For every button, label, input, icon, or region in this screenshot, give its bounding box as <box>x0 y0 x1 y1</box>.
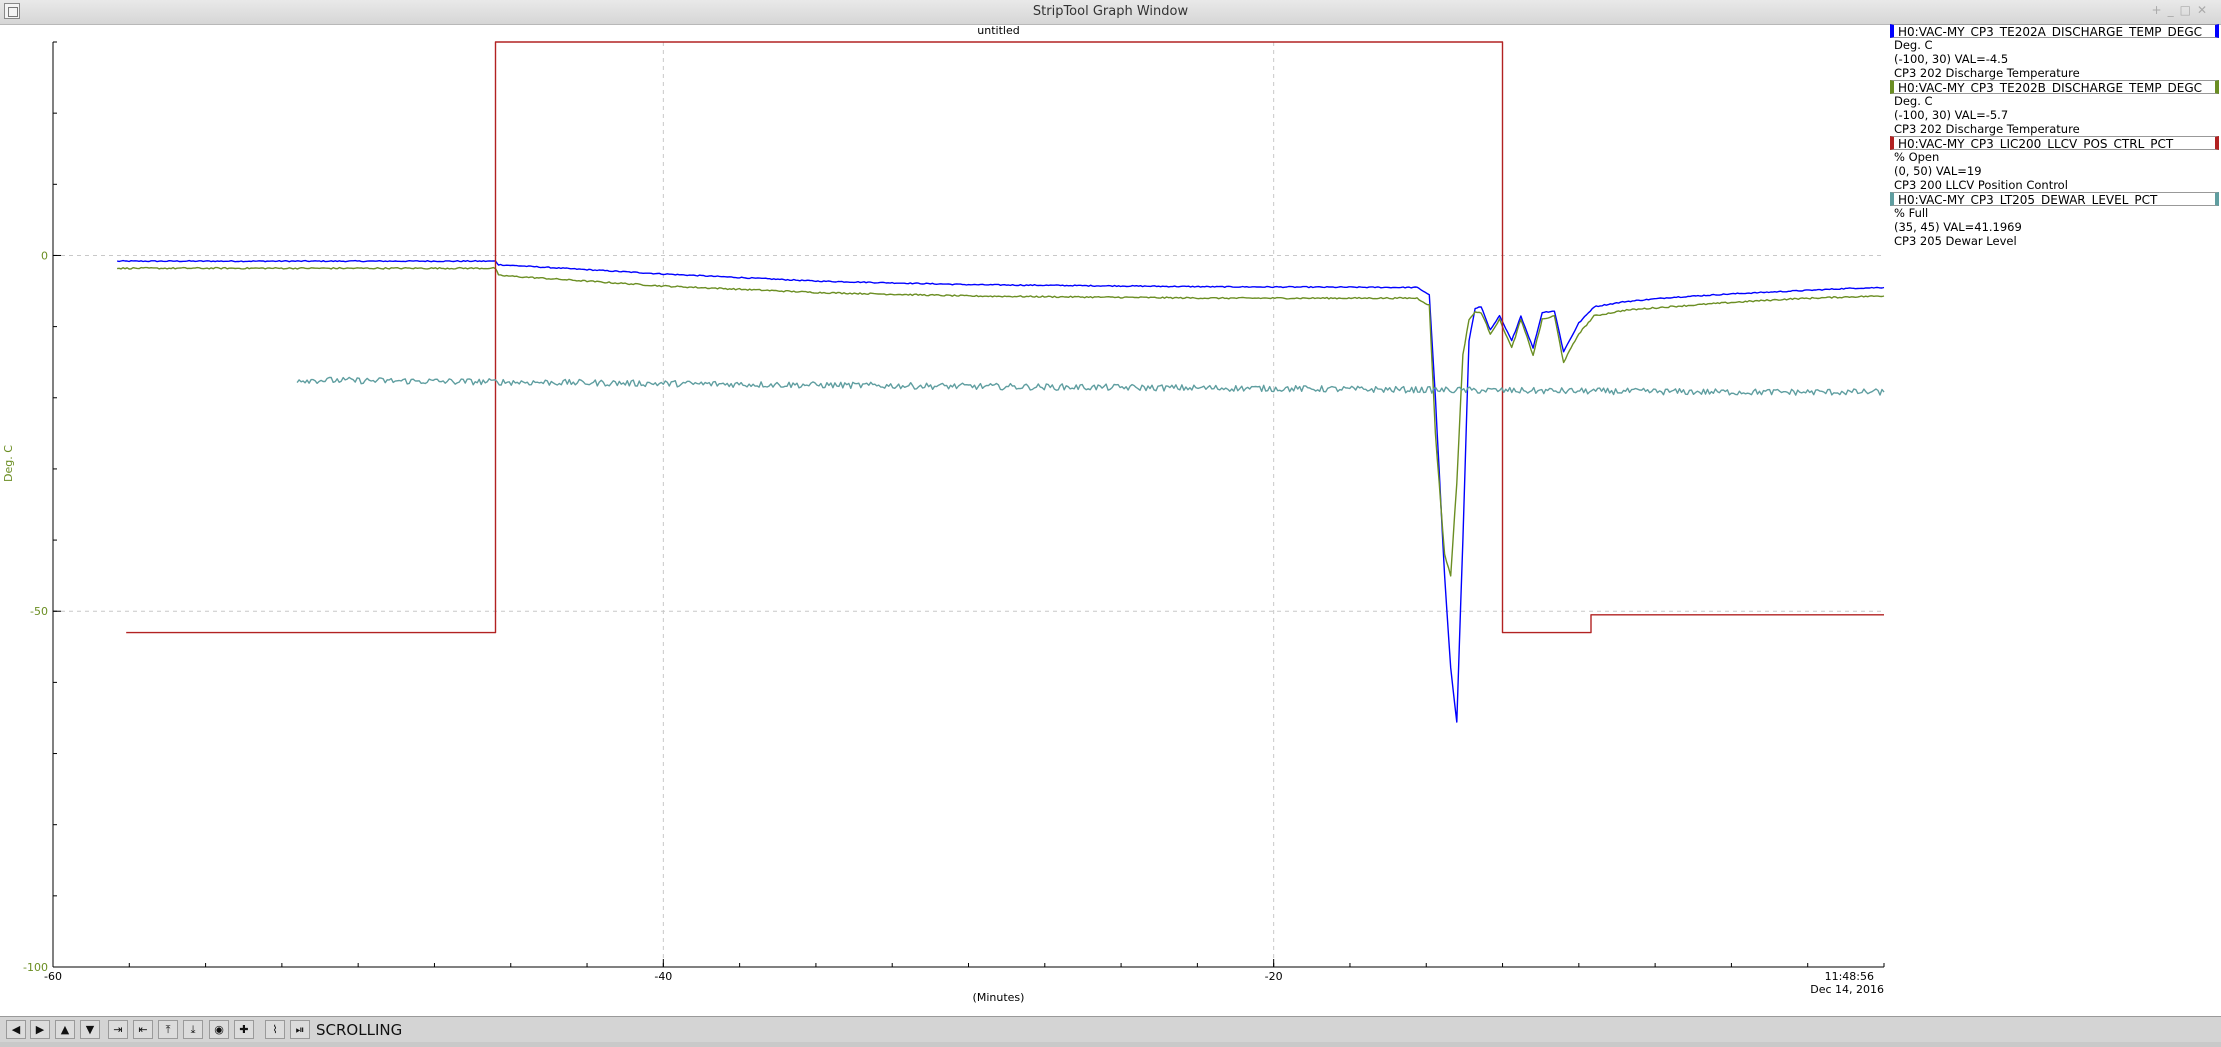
y-axis-label: Deg. C <box>2 445 15 482</box>
x-tick-label: -20 <box>1265 970 1283 983</box>
arrow-up-icon[interactable]: ▲ <box>55 1020 75 1039</box>
zoom-in-x-icon[interactable]: ⇥ <box>108 1020 128 1039</box>
y-tick-label: 0 <box>41 249 48 262</box>
legend-units: % Full <box>1894 206 1929 220</box>
timestamp-date: Dec 14, 2016 <box>1810 983 1884 996</box>
x-axis-label: (Minutes) <box>973 991 1025 1004</box>
plot-area[interactable]: untitled-60 -40 -200-50-100(Minutes)11:48:… <box>0 24 1890 1016</box>
window-title: StripTool Graph Window <box>1032 4 1189 19</box>
graph-title: untitled <box>977 24 1019 37</box>
pause-icon[interactable]: ⏯ <box>290 1020 310 1039</box>
status-text: SCROLLING <box>316 1021 403 1039</box>
legend-units: Deg. C <box>1894 94 1933 108</box>
y-tick-label: -50 <box>30 605 48 618</box>
legend-panel: H0:VAC-MY_CP3_TE202A_DISCHARGE_TEMP_DEGC… <box>1890 24 2221 248</box>
zoom-out-y-icon[interactable]: ⤓ <box>183 1020 203 1039</box>
window-minimize-icon[interactable]: _ <box>2168 3 2180 17</box>
legend-description: CP3 200 LLCV Position Control <box>1894 178 2068 192</box>
legend-signal-name[interactable]: H0:VAC-MY_CP3_TE202A_DISCHARGE_TEMP_DEGC <box>1890 24 2219 38</box>
legend-description: CP3 202 Discharge Temperature <box>1894 66 2080 80</box>
reset-icon[interactable]: ✚ <box>234 1020 254 1039</box>
window-controls: +_□✕ <box>2152 3 2213 17</box>
graph-icon[interactable]: ⌇ <box>265 1020 285 1039</box>
x-tick-label: -40 <box>654 970 672 983</box>
arrow-left-icon[interactable]: ◀ <box>6 1020 26 1039</box>
arrow-right-icon[interactable]: ▶ <box>30 1020 50 1039</box>
series-line <box>126 41 1884 634</box>
window-maximize-icon[interactable]: □ <box>2180 3 2197 17</box>
legend-entry[interactable]: H0:VAC-MY_CP3_TE202B_DISCHARGE_TEMP_DEGC… <box>1890 80 2221 136</box>
legend-description: CP3 202 Discharge Temperature <box>1894 122 2080 136</box>
zoom-out-x-icon[interactable]: ⇤ <box>133 1020 153 1039</box>
legend-entry[interactable]: H0:VAC-MY_CP3_LT205_DEWAR_LEVEL_PCT% Ful… <box>1890 192 2221 248</box>
window-close-icon[interactable]: ✕ <box>2197 3 2213 17</box>
legend-entry[interactable]: H0:VAC-MY_CP3_TE202A_DISCHARGE_TEMP_DEGC… <box>1890 24 2221 80</box>
legend-entry[interactable]: H0:VAC-MY_CP3_LIC200_LLCV_POS_CTRL_PCT% … <box>1890 136 2221 192</box>
legend-range-val: (-100, 30) VAL=-5.7 <box>1894 108 2009 122</box>
auto-scale-icon[interactable]: ◉ <box>209 1020 229 1039</box>
legend-range-val: (0, 50) VAL=19 <box>1894 164 1982 178</box>
series-line <box>116 266 1885 577</box>
legend-units: % Open <box>1894 150 1940 164</box>
timestamp-time: 11:48:56 <box>1825 970 1874 983</box>
legend-range-val: (35, 45) VAL=41.1969 <box>1894 220 2022 234</box>
window-bottom-edge <box>0 1042 2221 1047</box>
legend-description: CP3 205 Dewar Level <box>1894 234 2017 248</box>
arrow-down-icon[interactable]: ▼ <box>80 1020 100 1039</box>
toolbar: ◀ ▶ ▲ ▼ ⇥ ⇤ ⤒ ⤓ ◉ ✚ ⌇ ⏯ SCROLLING <box>0 1016 2221 1043</box>
zoom-in-y-icon[interactable]: ⤒ <box>158 1020 178 1039</box>
legend-signal-name[interactable]: H0:VAC-MY_CP3_LT205_DEWAR_LEVEL_PCT <box>1890 192 2219 206</box>
legend-signal-name[interactable]: H0:VAC-MY_CP3_LIC200_LLCV_POS_CTRL_PCT <box>1890 136 2219 150</box>
y-tick-label: -100 <box>23 961 48 974</box>
legend-units: Deg. C <box>1894 38 1933 52</box>
series-line <box>296 376 1885 396</box>
legend-signal-name[interactable]: H0:VAC-MY_CP3_TE202B_DISCHARGE_TEMP_DEGC <box>1890 80 2219 94</box>
window-pin-icon[interactable]: + <box>2152 3 2168 17</box>
series-line <box>116 259 1885 723</box>
window-titlebar[interactable]: StripTool Graph Window +_□✕ <box>0 0 2221 25</box>
legend-range-val: (-100, 30) VAL=-4.5 <box>1894 52 2009 66</box>
